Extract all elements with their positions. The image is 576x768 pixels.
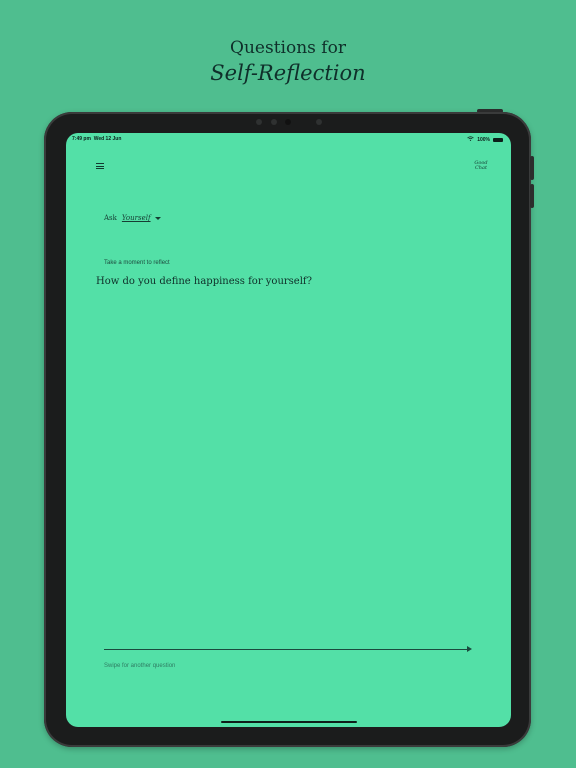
- camera-dot: [256, 119, 262, 125]
- heading-line1: Questions for: [230, 38, 346, 58]
- app-logo: Good Chat: [469, 161, 493, 171]
- ask-label: Ask: [104, 214, 117, 222]
- logo-line2: Chat: [474, 165, 488, 171]
- chevron-down-icon[interactable]: [154, 216, 161, 220]
- heading-line2: Self-Reflection: [210, 61, 366, 85]
- status-date-text: Wed 12 Jun: [93, 136, 122, 142]
- status-right: 100%: [467, 136, 503, 143]
- camera-lens: [285, 119, 291, 125]
- camera-dot: [271, 119, 277, 125]
- swipe-arrow-line[interactable]: [104, 649, 470, 650]
- prompt-text: Take a moment to reflect: [104, 260, 170, 266]
- camera-dot: [316, 119, 322, 125]
- ask-target-dropdown[interactable]: Yourself: [122, 214, 151, 222]
- question-text: How do you define happiness for yourself…: [96, 276, 312, 287]
- device-volume-button-2: [530, 184, 534, 208]
- device-screen: 7:49 pm Wed 12 Jun 100% Good Chat Ask You…: [66, 133, 511, 727]
- status-time: 7:49 pm Wed 12 Jun: [72, 136, 121, 142]
- hamburger-menu-icon[interactable]: [96, 163, 104, 169]
- status-time-text: 7:49 pm: [72, 136, 91, 142]
- ask-selector[interactable]: Ask Yourself: [104, 214, 161, 222]
- arrow-right-icon[interactable]: [467, 646, 472, 652]
- home-indicator[interactable]: [221, 721, 357, 723]
- battery-icon: [493, 137, 503, 142]
- wifi-icon: [467, 136, 474, 143]
- swipe-hint: Swipe for another question: [104, 663, 176, 669]
- device-volume-button: [530, 156, 534, 180]
- battery-percent: 100%: [477, 136, 490, 143]
